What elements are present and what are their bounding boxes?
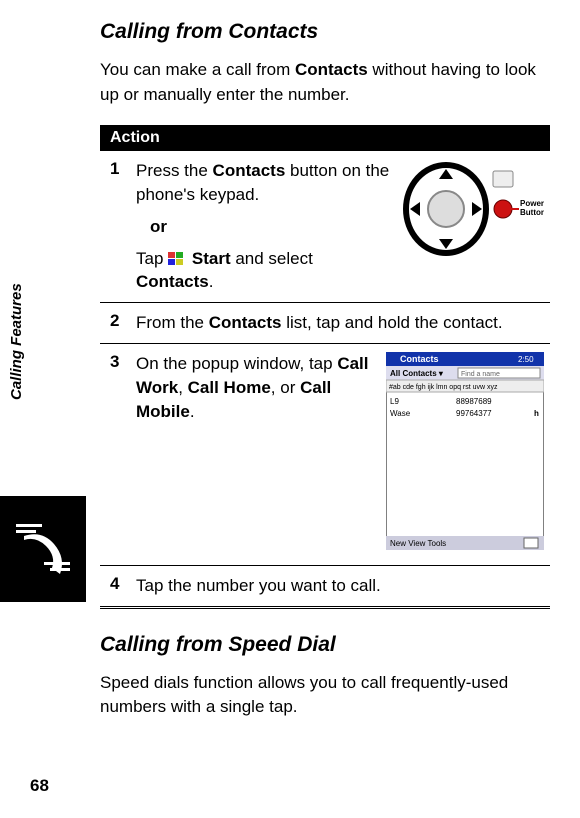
intro-paragraph-1: You can make a call from Contacts withou… <box>100 58 550 107</box>
step-2-cell: From the Contacts list, tap and hold the… <box>136 303 550 344</box>
keypad-illustration: Power/End Button <box>401 159 544 259</box>
step-4-number: 4 <box>100 565 136 607</box>
step-3-number: 3 <box>100 344 136 566</box>
heading-calling-from-speed-dial: Calling from Speed Dial <box>100 633 550 657</box>
svg-text:88987689: 88987689 <box>456 397 492 406</box>
svg-text:New View Tools: New View Tools <box>390 539 446 548</box>
svg-text:All Contacts ▾: All Contacts ▾ <box>390 369 444 378</box>
step-3-cell: On the popup window, tap Call Work, Call… <box>136 344 550 566</box>
page-number: 68 <box>30 776 49 796</box>
step-2-number: 2 <box>100 303 136 344</box>
svg-text:99764377: 99764377 <box>456 409 492 418</box>
step-1-or-text: or <box>150 215 391 239</box>
table-header-action: Action <box>100 125 550 151</box>
intro-paragraph-2: Speed dials function allows you to call … <box>100 671 550 720</box>
svg-text:Contacts: Contacts <box>400 354 439 364</box>
step-1-number: 1 <box>100 151 136 302</box>
svg-text:2:50: 2:50 <box>518 355 534 364</box>
page-body: Calling from Contacts You can make a cal… <box>0 0 580 720</box>
svg-text:h: h <box>534 409 539 418</box>
svg-text:Power/End: Power/End <box>520 199 544 208</box>
heading-calling-from-contacts: Calling from Contacts <box>100 20 550 44</box>
svg-text:Button: Button <box>520 208 544 217</box>
contacts-screenshot-illustration: Contacts 2:50 All Contacts ▾ Find a name… <box>386 352 544 550</box>
step-1-cell: Press the Contacts button on the phone's… <box>136 151 550 302</box>
svg-text:Find a name: Find a name <box>461 371 500 378</box>
svg-text:#ab cde fgh ijk lmn opq rst: #ab cde fgh ijk lmn opq rst uvw xyz <box>389 384 498 391</box>
svg-text:Wase: Wase <box>390 409 411 418</box>
step-4-cell: Tap the number you want to call. <box>136 565 550 607</box>
windows-flag-icon <box>168 252 184 266</box>
action-table: Action 1 Press the Contacts button on th… <box>100 125 550 608</box>
svg-text:L9: L9 <box>390 397 399 406</box>
